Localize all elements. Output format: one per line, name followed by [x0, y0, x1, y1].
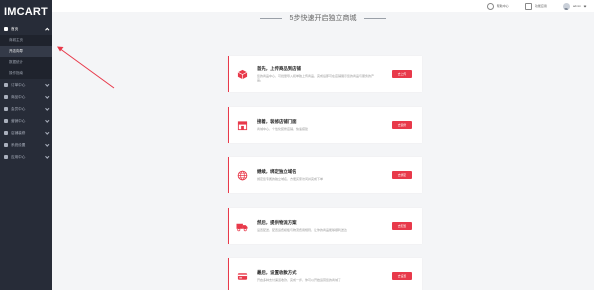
chevron-down-icon [44, 118, 49, 123]
sidebar-item-label: 会员中心 [11, 106, 26, 111]
step-card-upload: 首先，上传商品到店铺 您的商品中心，可批量导入和单独上传商品，完成后即可在店铺展… [228, 56, 422, 92]
sidebar-nav: 首页 商城主页 开店向导 数据统计 操作指南 订单中心 商品中心 会员中心 营销… [0, 23, 52, 163]
chevron-down-icon [44, 82, 49, 87]
step-body: 继续，绑定独立域名 绑定您专属的独立域名，方便买家访问并完成下单 [255, 169, 392, 181]
page-title: 5步快速开启独立商城 [289, 15, 357, 22]
grid-icon [524, 2, 532, 10]
sidebar-submenu: 商城主页 开店向导 数据统计 操作指南 [0, 35, 52, 79]
card-icon [229, 258, 255, 290]
sidebar-item-orders[interactable]: 订单中心 [0, 79, 52, 91]
sidebar-subitem-store-wizard[interactable]: 开店向导 [0, 46, 52, 57]
sidebar-item-members[interactable]: 会员中心 [0, 103, 52, 115]
member-icon [4, 107, 8, 111]
chevron-down-icon [44, 106, 49, 111]
step-body: 首先，上传商品到店铺 您的商品中心，可批量导入和单独上传商品，完成后即可在店铺展… [255, 66, 392, 82]
step-card-domain: 继续，绑定独立域名 绑定您专属的独立域名，方便买家访问并完成下单 去绑定 [228, 157, 422, 193]
page-heading: 5步快速开启独立商城 [52, 12, 594, 24]
help-label: 帮助中心 [496, 4, 509, 8]
sidebar-subitem-guide[interactable]: 操作指南 [0, 68, 52, 79]
app-logo: IMCART [4, 5, 48, 18]
sidebar-item-label: 系统设置 [11, 142, 26, 147]
heading-divider [259, 17, 282, 19]
apps-link[interactable]: 功能应用 [524, 2, 547, 10]
step-card-payment: 最后，设置收款方式 开启多种支付渠道收款，完成一步，你可以开始运营您的商城了 去… [228, 258, 422, 290]
step-description: 商城中心，个性化装修店铺，快速搭建 [257, 126, 309, 131]
chevron-down-icon [44, 154, 49, 159]
sidebar-item-apps[interactable]: 应用中心 [0, 151, 52, 163]
sidebar-item-label: 商品中心 [11, 94, 26, 99]
upload-button[interactable]: 去上传 [392, 70, 412, 78]
apps-label: 功能应用 [534, 4, 547, 8]
step-title: 首先，上传商品到店铺 [257, 65, 301, 71]
truck-icon [229, 208, 255, 244]
avatar [562, 2, 570, 10]
decorate-button[interactable]: 去装修 [392, 121, 412, 129]
marketing-icon [4, 119, 8, 123]
sidebar-item-label: 订单中心 [11, 82, 26, 87]
goods-icon [4, 95, 8, 99]
sidebar: IMCART 首页 商城主页 开店向导 数据统计 操作指南 订单中心 商品中心 … [0, 0, 52, 290]
main-content: 5步快速开启独立商城 首先，上传商品到店铺 您的商品中心，可批量导入和单独上传商… [52, 12, 594, 290]
heading-divider [364, 17, 387, 19]
sidebar-subitem-statistics[interactable]: 数据统计 [0, 57, 52, 68]
globe-icon [229, 157, 255, 193]
step-card-logistics: 然后，提供物流方案 设置配送，配置运费模板与物流费用规则，让你的商品能够顺利送达… [228, 208, 422, 244]
step-description: 绑定您专属的独立域名，方便买家访问并完成下单 [257, 176, 324, 181]
caret-down-icon [583, 4, 587, 7]
sidebar-item-decor[interactable]: 店铺装修 [0, 127, 52, 139]
step-body: 最后，设置收款方式 开启多种支付渠道收款，完成一步，你可以开始运营您的商城了 [255, 270, 392, 282]
sidebar-item-marketing[interactable]: 营销中心 [0, 115, 52, 127]
chevron-up-icon [44, 27, 49, 32]
step-title: 接着，装修店铺门面 [257, 118, 297, 124]
home-icon [4, 27, 8, 31]
step-title: 最后，设置收款方式 [257, 269, 297, 275]
sidebar-item-label: 首页 [11, 26, 19, 31]
chevron-down-icon [44, 130, 49, 135]
apps-icon [4, 155, 8, 159]
store-icon [229, 107, 255, 143]
configure-logistics-button[interactable]: 去配置 [392, 222, 412, 230]
sidebar-subitem-mall-home[interactable]: 商城主页 [0, 35, 52, 46]
step-description: 设置配送，配置运费模板与物流费用规则，让你的商品能够顺利送达 [257, 227, 348, 232]
step-title: 然后，提供物流方案 [257, 219, 297, 225]
step-body: 然后，提供物流方案 设置配送，配置运费模板与物流费用规则，让你的商品能够顺利送达 [255, 220, 392, 232]
sidebar-item-label: 应用中心 [11, 154, 26, 159]
chevron-down-icon [44, 94, 49, 99]
settings-icon [4, 143, 8, 147]
bind-domain-button[interactable]: 去绑定 [392, 171, 412, 179]
username: admin [572, 4, 581, 8]
sidebar-item-home[interactable]: 首页 [0, 23, 52, 35]
help-icon [486, 2, 494, 10]
box-icon [229, 56, 255, 92]
step-description: 开启多种支付渠道收款，完成一步，你可以开始运营您的商城了 [257, 277, 342, 282]
step-card-decorate: 接着，装修店铺门面 商城中心，个性化装修店铺，快速搭建 去装修 [228, 107, 422, 143]
step-body: 接着，装修店铺门面 商城中心，个性化装修店铺，快速搭建 [255, 119, 392, 131]
sidebar-item-goods[interactable]: 商品中心 [0, 91, 52, 103]
sidebar-item-label: 营销中心 [11, 118, 26, 123]
set-payment-button[interactable]: 去设置 [392, 272, 412, 280]
sidebar-item-label: 店铺装修 [11, 130, 26, 135]
user-menu[interactable]: admin [562, 2, 587, 10]
step-title: 继续，绑定独立域名 [257, 168, 297, 174]
decor-icon [4, 131, 8, 135]
help-center-link[interactable]: 帮助中心 [486, 2, 509, 10]
sidebar-item-settings[interactable]: 系统设置 [0, 139, 52, 151]
step-description: 您的商品中心，可批量导入和单独上传商品，完成后即可在店铺展示您的商品与服务的产品… [257, 73, 375, 82]
order-icon [4, 83, 8, 87]
top-bar: 帮助中心 功能应用 admin [52, 0, 594, 12]
chevron-down-icon [44, 142, 49, 147]
